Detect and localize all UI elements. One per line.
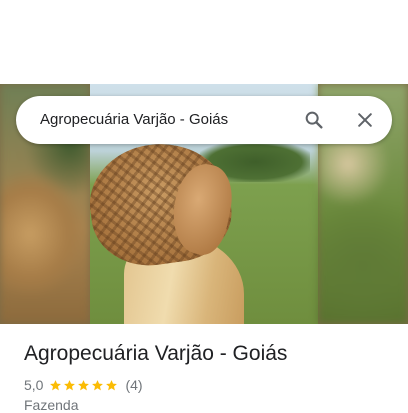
close-button[interactable] (351, 106, 379, 134)
search-button[interactable] (300, 106, 328, 134)
star-icon (50, 379, 62, 390)
review-count[interactable]: (4) (125, 377, 142, 393)
close-icon (358, 113, 372, 127)
search-bar[interactable]: Agropecuária Varjão - Goiás (16, 96, 392, 144)
place-info-panel: Agropecuária Varjão - Goiás 5,0 (4) Faze… (0, 324, 408, 413)
rating-value: 5,0 (24, 377, 44, 393)
star-icon (64, 379, 76, 390)
star-icon (78, 379, 90, 390)
search-icon (305, 111, 323, 129)
star-icon (92, 379, 104, 390)
search-input[interactable]: Agropecuária Varjão - Goiás (40, 96, 300, 144)
top-blank-area (0, 0, 408, 84)
place-title: Agropecuária Varjão - Goiás (24, 342, 288, 365)
place-category: Fazenda (24, 397, 79, 413)
star-icon (106, 379, 118, 390)
star-rating (49, 379, 119, 392)
rating-row[interactable]: 5,0 (4) (24, 376, 143, 394)
